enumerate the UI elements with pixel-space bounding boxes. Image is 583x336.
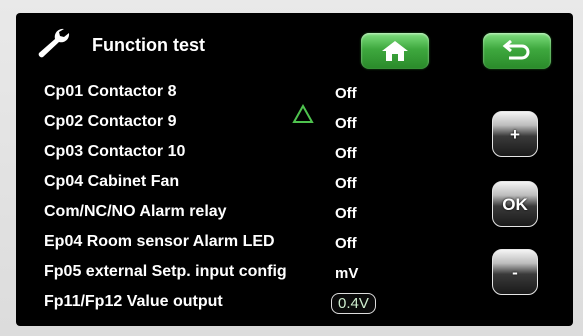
function-row-cp03[interactable]: Cp03 Contactor 10 Off: [44, 139, 484, 169]
function-value: Off: [335, 145, 357, 162]
function-row-ep04[interactable]: Ep04 Room sensor Alarm LED Off: [44, 229, 484, 259]
function-value: Off: [335, 115, 357, 132]
increment-label: +: [510, 125, 520, 144]
function-label: Ep04 Room sensor Alarm LED: [44, 233, 275, 250]
function-row-fp11-fp12[interactable]: Fp11/Fp12 Value output 0.4V: [44, 289, 484, 319]
decrement-button[interactable]: -: [492, 249, 538, 295]
function-label: Com/NC/NO Alarm relay: [44, 203, 227, 220]
ok-button[interactable]: OK: [492, 181, 538, 227]
function-label: Fp05 external Setp. input config: [44, 263, 287, 280]
increment-button[interactable]: +: [492, 111, 538, 157]
back-button[interactable]: [483, 33, 551, 69]
page-title: Function test: [92, 35, 205, 55]
function-value: mV: [335, 265, 359, 282]
function-row-alarm-relay[interactable]: Com/NC/NO Alarm relay Off: [44, 199, 484, 229]
home-button[interactable]: [361, 33, 429, 69]
back-icon: [502, 39, 530, 60]
function-row-cp02[interactable]: Cp02 Contactor 9 Off: [44, 109, 484, 139]
decrement-label: -: [512, 263, 518, 282]
function-row-fp05[interactable]: Fp05 external Setp. input config mV: [44, 259, 484, 289]
ok-label: OK: [502, 195, 528, 214]
header-bar: Function test: [16, 13, 573, 75]
function-label: Cp04 Cabinet Fan: [44, 173, 180, 190]
wrench-icon: [38, 28, 70, 58]
function-value: Off: [335, 175, 357, 192]
function-label: Cp01 Contactor 8: [44, 83, 177, 100]
function-row-cp04[interactable]: Cp04 Cabinet Fan Off: [44, 169, 484, 199]
touch-screen: Function test Cp01 Contactor 8 Off Cp02 …: [16, 13, 573, 326]
function-label: Cp03 Contactor 10: [44, 143, 186, 160]
value-output-box[interactable]: 0.4V: [331, 293, 376, 314]
function-value: Off: [335, 235, 357, 252]
function-row-cp01[interactable]: Cp01 Contactor 8 Off: [44, 79, 484, 109]
home-icon: [382, 41, 408, 61]
function-label: Cp02 Contactor 9: [44, 113, 177, 130]
function-label: Fp11/Fp12 Value output: [44, 293, 223, 310]
function-value: Off: [335, 85, 357, 102]
device-bezel: Function test Cp01 Contactor 8 Off Cp02 …: [0, 0, 583, 336]
function-value: Off: [335, 205, 357, 222]
